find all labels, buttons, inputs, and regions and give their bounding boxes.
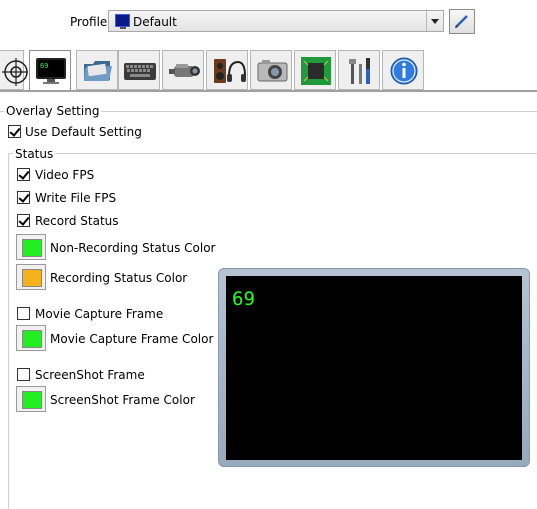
preview-fps-value: 69 bbox=[232, 288, 255, 310]
camcorder-icon bbox=[169, 64, 200, 77]
tab-camcorder[interactable] bbox=[162, 50, 204, 90]
monitor-icon bbox=[115, 14, 130, 29]
preview-screen: 69 bbox=[226, 276, 522, 460]
movie-capture-frame-color-swatch bbox=[22, 330, 42, 348]
tab-folder[interactable] bbox=[76, 50, 118, 90]
screenshot-frame-label: ScreenShot Frame bbox=[35, 368, 145, 382]
tab-bar-border bbox=[0, 90, 537, 92]
screenshot-frame-color-label: ScreenShot Frame Color bbox=[50, 393, 195, 407]
profile-selected-value: Default bbox=[133, 15, 177, 29]
screenshot-frame-color-button[interactable] bbox=[16, 386, 46, 412]
non-recording-color-swatch bbox=[22, 239, 42, 257]
keyboard-icon bbox=[124, 63, 156, 80]
write-file-fps-label: Write File FPS bbox=[35, 191, 117, 205]
tab-bar: 69 bbox=[0, 50, 537, 92]
use-default-checkbox[interactable] bbox=[8, 125, 21, 138]
video-fps-label: Video FPS bbox=[35, 168, 95, 182]
screenshot-frame-color-swatch bbox=[22, 391, 42, 409]
edit-profile-button[interactable] bbox=[449, 9, 475, 34]
tools-icon bbox=[349, 58, 370, 84]
svg-text:69: 69 bbox=[40, 62, 48, 70]
status-group-title: Status bbox=[13, 147, 56, 161]
write-file-fps-checkbox[interactable] bbox=[17, 191, 30, 204]
chevron-down-icon[interactable] bbox=[426, 11, 443, 31]
info-icon bbox=[390, 57, 418, 85]
profile-dropdown[interactable]: Default bbox=[108, 10, 444, 32]
movie-capture-frame-color-button[interactable] bbox=[16, 325, 46, 351]
screenshot-frame-checkbox[interactable] bbox=[17, 368, 30, 381]
tab-chip[interactable] bbox=[294, 50, 336, 90]
tab-info[interactable] bbox=[382, 50, 424, 90]
overlay-preview: 69 bbox=[218, 268, 530, 467]
non-recording-color-label: Non-Recording Status Color bbox=[50, 241, 216, 255]
record-status-label: Record Status bbox=[35, 214, 119, 228]
movie-capture-frame-checkbox[interactable] bbox=[17, 307, 30, 320]
folder-icon bbox=[84, 61, 112, 81]
speaker-headphones-icon bbox=[214, 59, 246, 83]
profile-label: Profile bbox=[70, 15, 108, 29]
use-default-label: Use Default Setting bbox=[25, 125, 142, 139]
non-recording-color-button[interactable] bbox=[16, 234, 46, 260]
pencil-icon bbox=[455, 15, 468, 28]
overlay-group-title: Overlay Setting bbox=[4, 104, 102, 118]
tab-tools[interactable] bbox=[338, 50, 380, 90]
recording-color-button[interactable] bbox=[16, 264, 46, 290]
movie-capture-frame-color-label: Movie Capture Frame Color bbox=[50, 332, 214, 346]
movie-capture-frame-label: Movie Capture Frame bbox=[35, 307, 164, 321]
recording-color-label: Recording Status Color bbox=[50, 271, 188, 285]
status-group-border bbox=[8, 153, 537, 154]
tab-keyboard[interactable] bbox=[118, 50, 160, 90]
status-group-left-border bbox=[8, 153, 9, 509]
tab-crosshair[interactable] bbox=[0, 50, 28, 90]
recording-color-swatch bbox=[22, 269, 42, 287]
chip-icon bbox=[301, 57, 331, 85]
tab-overlay-monitor[interactable]: 69 bbox=[29, 50, 71, 92]
crosshair-icon bbox=[2, 58, 28, 86]
video-fps-checkbox[interactable] bbox=[17, 168, 30, 181]
record-status-checkbox[interactable] bbox=[17, 214, 30, 227]
tab-audio[interactable] bbox=[206, 50, 248, 90]
tab-camera[interactable] bbox=[250, 50, 292, 90]
camera-icon bbox=[257, 60, 288, 82]
monitor-fps-icon: 69 bbox=[36, 58, 66, 84]
